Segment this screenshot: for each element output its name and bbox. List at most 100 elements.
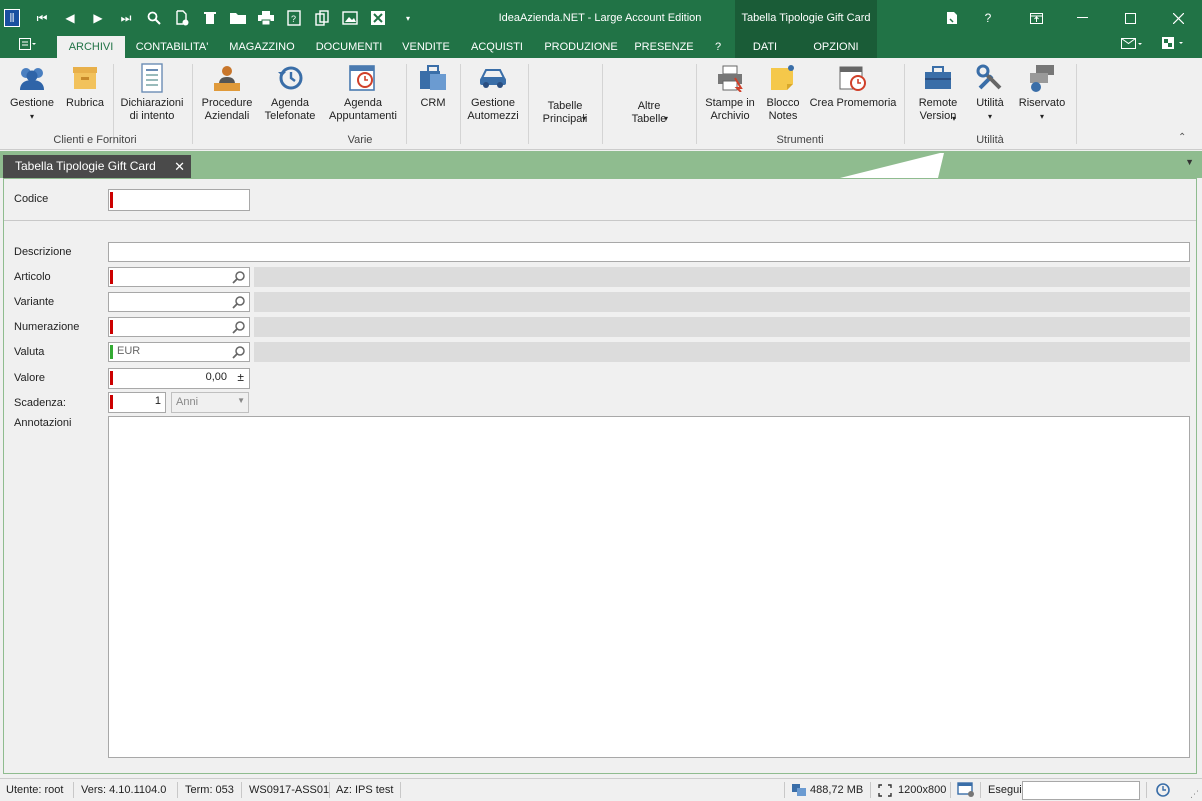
procedure-aziendali-button[interactable]: Procedure Aziendali [196, 62, 258, 123]
rubrica-button[interactable]: Rubrica [60, 62, 110, 110]
minimize-button[interactable] [1060, 0, 1104, 36]
status-azienda: Az: IPS test [336, 784, 394, 796]
status-resolution: 1200x800 [898, 784, 947, 796]
ribbon-separator [1076, 64, 1077, 144]
tab-contabilita[interactable]: CONTABILITA' [130, 36, 214, 58]
status-bar: Utente: root Vers: 4.10.1104.0 Term: 053… [0, 778, 1202, 801]
new-record-icon[interactable] [173, 9, 191, 27]
tab-list-dropdown-icon[interactable]: ▼ [1185, 157, 1194, 167]
tab-magazzino[interactable]: MAGAZZINO [222, 36, 302, 58]
ribbon-panel: Gestione ▾ Rubrica Dichiarazioni di inte… [0, 58, 1202, 150]
delete-icon[interactable] [201, 9, 219, 27]
search-icon[interactable] [232, 295, 246, 309]
plus-minus-icon[interactable]: ± [237, 370, 244, 384]
next-record-icon[interactable]: ▶ [89, 9, 107, 27]
tab-presenze[interactable]: PRESENZE [632, 36, 696, 58]
gestione-automezzi-button[interactable]: Gestione Automezzi [464, 62, 522, 123]
crea-promemoria-button[interactable]: Crea Promemoria [808, 62, 898, 110]
tab-documenti[interactable]: DOCUMENTI [310, 36, 388, 58]
utilita-button[interactable]: Utilità ▾ [968, 62, 1012, 123]
tab-produzione[interactable]: PRODUZIONE [538, 36, 624, 58]
layout-menu-button[interactable] [1156, 36, 1190, 58]
mail-menu-button[interactable] [1115, 36, 1149, 58]
window-settings-icon[interactable] [957, 782, 975, 798]
variante-description [254, 292, 1190, 312]
tab-opzioni[interactable]: OPZIONI [802, 36, 870, 58]
maximize-button[interactable] [1108, 0, 1152, 36]
ribbon-separator [406, 64, 407, 144]
status-separator [329, 782, 330, 798]
refresh-clock-icon[interactable] [1155, 782, 1171, 798]
image-report-icon[interactable] [341, 9, 359, 27]
altre-tabelle-button[interactable]: Altre Tabelle [620, 100, 678, 126]
tabelle-principali-button[interactable]: Tabelle Principali [534, 100, 596, 126]
scadenza-input[interactable]: 1 [108, 392, 166, 413]
numerazione-description [254, 317, 1190, 337]
altre-tabelle-dropdown-icon: ▾ [664, 114, 669, 123]
title-bar: ⫼ ⏮ ◀ ▶ ⏭ ? ▾ IdeaAzienda.NET - Large Ac… [0, 0, 1202, 36]
last-record-icon[interactable]: ⏭ [117, 9, 135, 27]
esegui-input[interactable] [1022, 781, 1140, 800]
first-record-icon[interactable]: ⏮ [33, 9, 51, 27]
collapse-ribbon-icon[interactable]: ⌃ [1178, 132, 1186, 143]
worker-desk-icon [211, 62, 243, 94]
tabelle-principali-dropdown-icon: ▾ [582, 114, 587, 123]
print-icon[interactable] [257, 9, 275, 27]
ribbon-separator [696, 64, 697, 144]
help-document-icon[interactable]: ? [285, 9, 303, 27]
descrizione-label: Descrizione [14, 246, 72, 258]
tab-archivi[interactable]: ARCHIVI [57, 36, 125, 58]
crm-button[interactable]: CRM [412, 62, 454, 110]
status-separator [73, 782, 74, 798]
codice-input[interactable] [108, 189, 250, 211]
valid-marker [110, 345, 113, 359]
annotazioni-label: Annotazioni [14, 417, 72, 429]
dichiarazioni-button[interactable]: Dichiarazioni di intento [118, 62, 186, 123]
remote-version-button[interactable]: Remote Version [910, 62, 966, 123]
riservato-button[interactable]: Riservato ▾ [1014, 62, 1070, 123]
status-separator [241, 782, 242, 798]
variante-input[interactable] [108, 292, 250, 312]
status-terminal: Term: 053 [185, 784, 234, 796]
gift-card-form: Codice Descrizione Articolo Variante Num… [3, 178, 1197, 774]
stampe-archivio-button[interactable]: Stampe in Archivio [702, 62, 758, 123]
search-icon[interactable] [232, 345, 246, 359]
tab-vendite[interactable]: VENDITE [396, 36, 456, 58]
close-button[interactable] [1156, 0, 1200, 36]
articolo-description [254, 267, 1190, 287]
status-separator [870, 782, 871, 798]
valuta-input[interactable]: EUR [108, 342, 250, 362]
open-folder-icon[interactable] [229, 9, 247, 27]
customize-toolbar-icon[interactable]: ▾ [399, 9, 417, 27]
blocco-notes-button[interactable]: Blocco Notes [760, 62, 806, 123]
copy-icon[interactable] [313, 9, 331, 27]
resize-grip-icon[interactable]: ⋰ [1190, 789, 1199, 800]
previous-record-icon[interactable]: ◀ [61, 9, 79, 27]
valore-label: Valore [14, 372, 45, 384]
agenda-telefonate-button[interactable]: Agenda Telefonate [261, 62, 319, 123]
tab-help[interactable]: ? [705, 36, 731, 58]
close-tab-icon[interactable]: ✕ [174, 155, 185, 178]
gestione-button[interactable]: Gestione ▾ [6, 62, 58, 123]
help-icon[interactable]: ? [966, 0, 1010, 36]
file-menu-button[interactable] [10, 36, 46, 58]
document-tab[interactable]: Tabella Tipologie Gift Card ✕ [3, 155, 191, 178]
numerazione-input[interactable] [108, 317, 250, 337]
ribbon-display-options-icon[interactable] [1014, 0, 1058, 36]
search-icon[interactable] [232, 320, 246, 334]
app-logo-icon[interactable]: ⫼ [4, 9, 20, 27]
articolo-input[interactable] [108, 267, 250, 287]
printer-icon [714, 62, 746, 94]
tab-acquisti[interactable]: ACQUISTI [464, 36, 530, 58]
mandatory-marker [110, 192, 113, 208]
annotazioni-textarea[interactable] [108, 416, 1190, 758]
excel-export-icon[interactable] [369, 9, 387, 27]
scadenza-unit-select[interactable]: Anni ▼ [171, 392, 249, 413]
search-icon[interactable] [145, 9, 163, 27]
agenda-appuntamenti-button[interactable]: Agenda Appuntamenti [326, 62, 400, 123]
tab-dati[interactable]: DATI [740, 36, 790, 58]
valore-input[interactable]: 0,00 ± [108, 368, 250, 389]
search-icon[interactable] [232, 270, 246, 284]
descrizione-input[interactable] [108, 242, 1190, 262]
scadenza-value: 1 [154, 395, 161, 407]
